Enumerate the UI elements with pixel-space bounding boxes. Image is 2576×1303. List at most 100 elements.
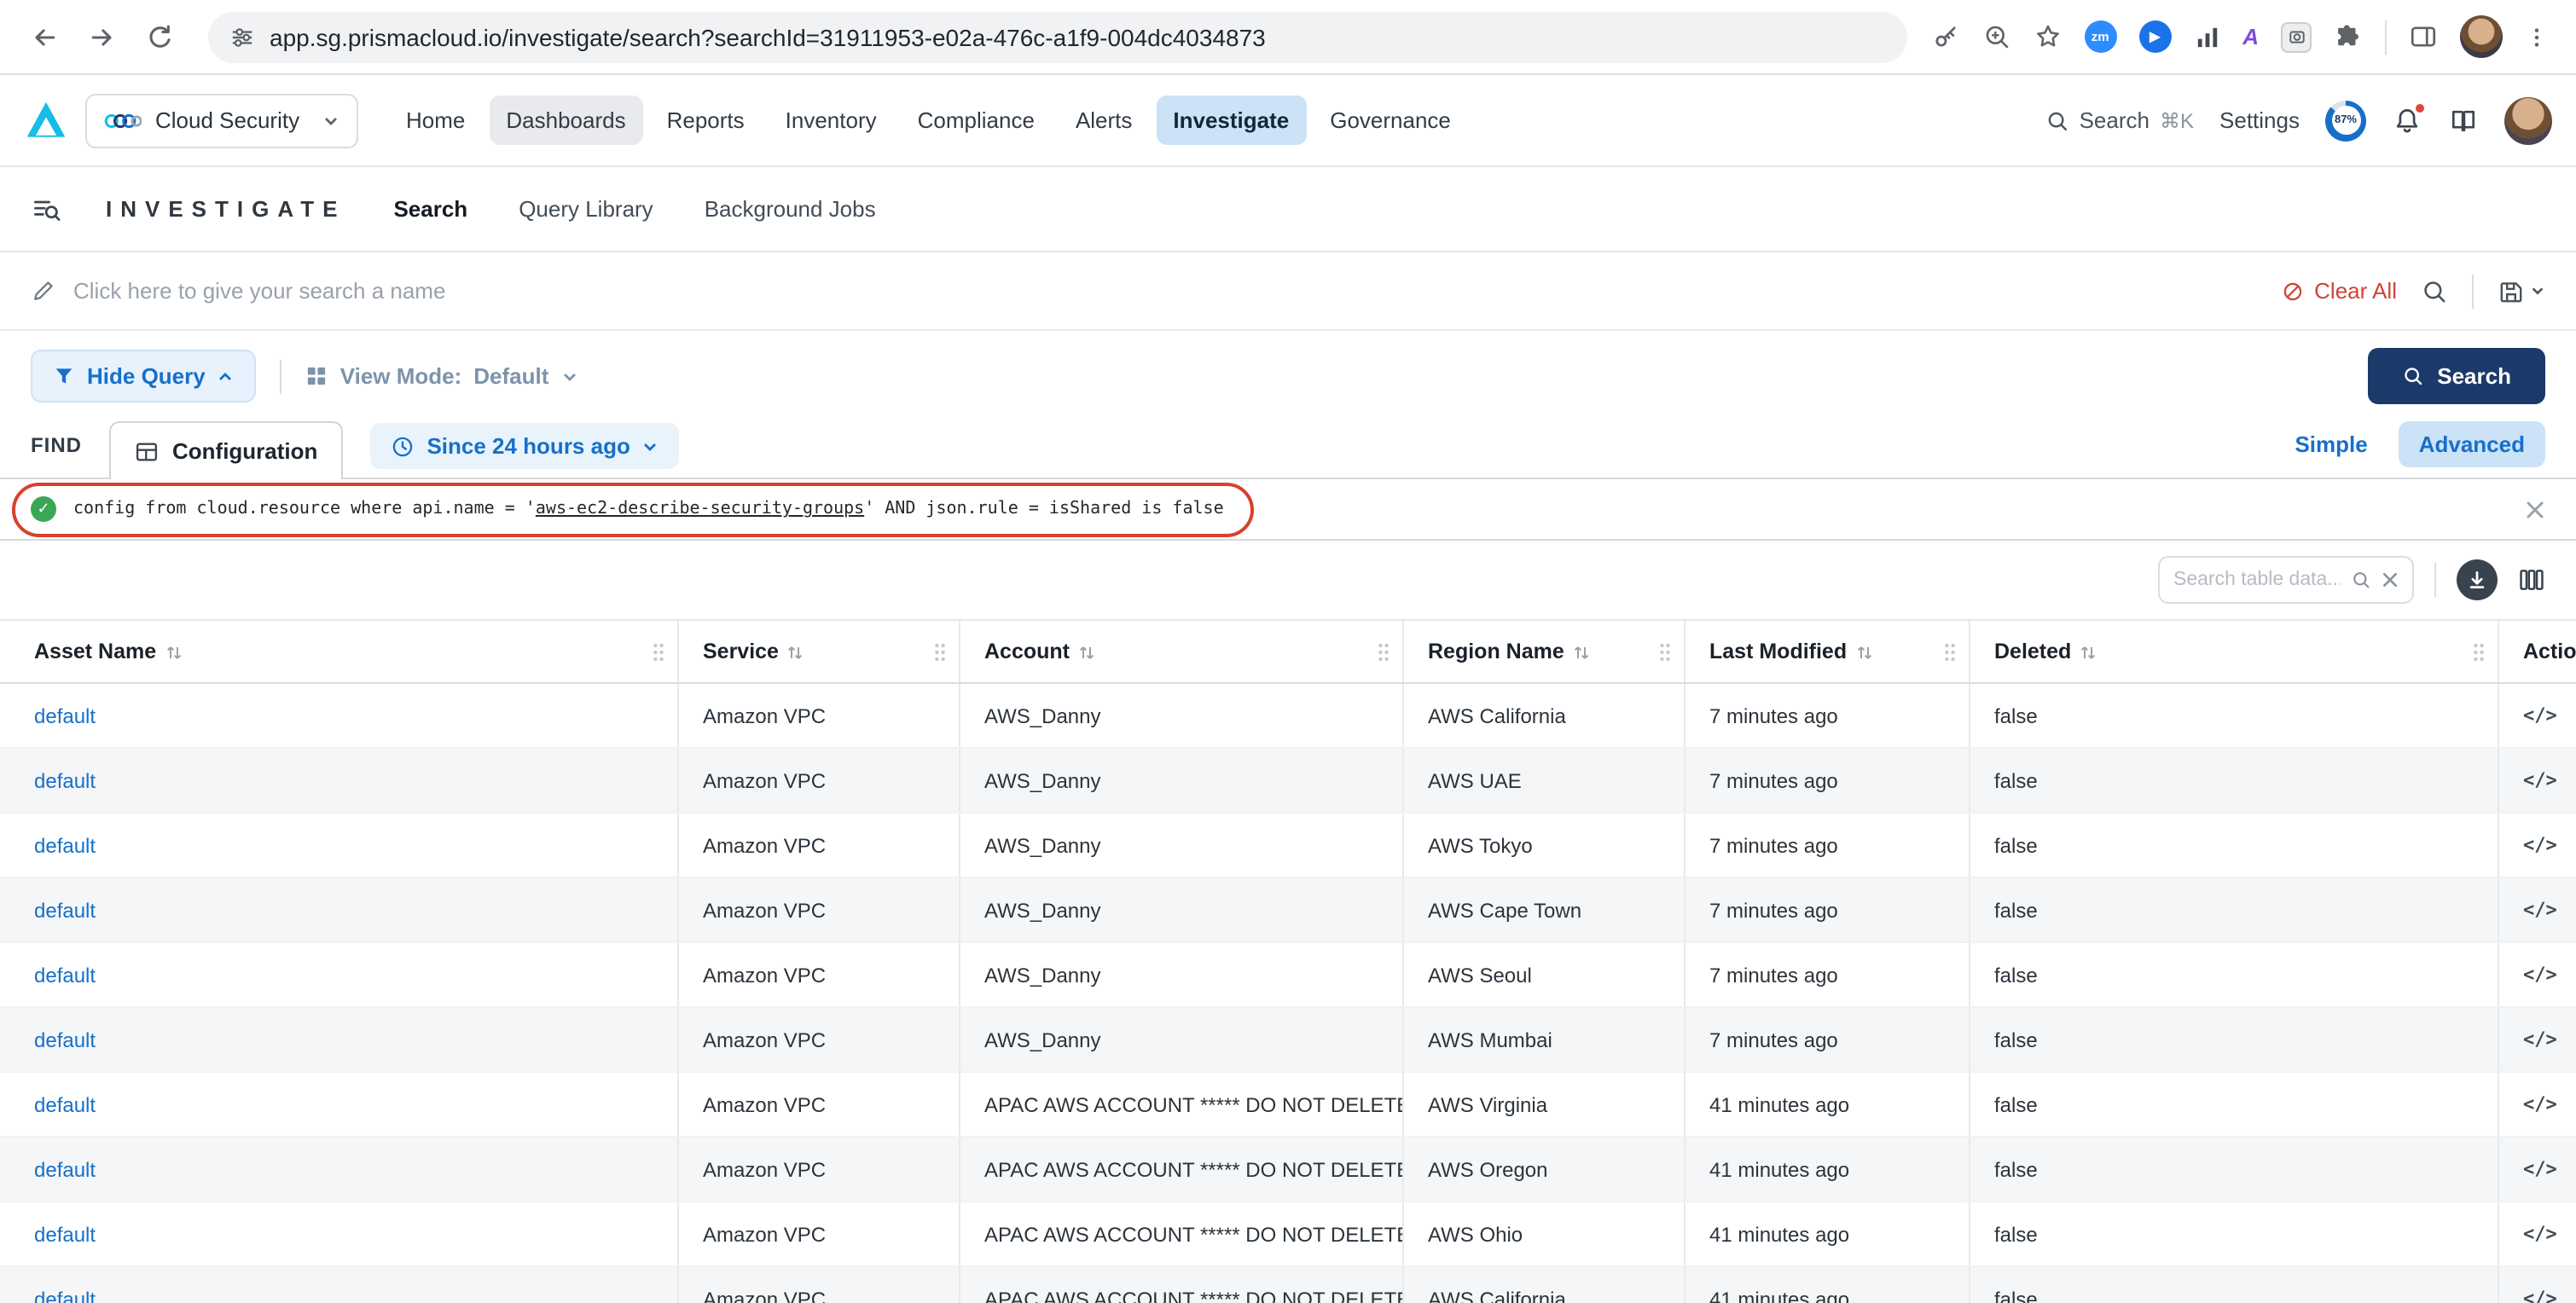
back-icon[interactable]	[20, 13, 68, 61]
column-settings-icon[interactable]	[2518, 566, 2545, 594]
site-settings-icon[interactable]	[229, 23, 256, 50]
nav-item-alerts[interactable]: Alerts	[1059, 96, 1149, 145]
simple-mode-button[interactable]: Simple	[2274, 421, 2387, 467]
asset-link[interactable]: default	[34, 1157, 96, 1181]
column-drag-handle[interactable]	[933, 640, 947, 663]
browser-menu-kebab-icon[interactable]	[2525, 23, 2549, 50]
search-name-placeholder[interactable]: Click here to give your search a name	[73, 278, 445, 304]
column-drag-handle[interactable]	[1943, 640, 1957, 663]
table-row[interactable]: default Amazon VPC AWS_Danny AWS Califor…	[0, 684, 2576, 749]
asset-link[interactable]: default	[34, 898, 96, 922]
table-search-input[interactable]	[2173, 570, 2341, 590]
sort-icon[interactable]	[787, 642, 804, 661]
tab-query-library[interactable]: Query Library	[515, 186, 657, 232]
asset-link[interactable]: default	[34, 768, 96, 792]
prisma-cloud-logo[interactable]	[24, 98, 68, 142]
asset-link[interactable]: default	[34, 833, 96, 857]
clear-all-button[interactable]: Clear All	[2280, 278, 2397, 304]
view-config-code-icon[interactable]: </>	[2523, 1028, 2557, 1051]
column-drag-handle[interactable]	[652, 640, 665, 663]
bookmark-star-icon[interactable]	[2033, 22, 2062, 51]
view-config-code-icon[interactable]: </>	[2523, 1158, 2557, 1180]
table-row[interactable]: default Amazon VPC AWS_Danny AWS Tokyo 7…	[0, 814, 2576, 878]
passwords-key-icon[interactable]	[1930, 22, 1959, 51]
edit-pencil-icon[interactable]	[31, 278, 56, 304]
table-search-clear-icon[interactable]	[2382, 571, 2399, 588]
url-bar[interactable]: app.sg.prismacloud.io/investigate/search…	[208, 11, 1906, 62]
column-header-asset-name[interactable]: Asset Name	[0, 621, 679, 682]
sort-icon[interactable]	[165, 642, 182, 661]
settings-link[interactable]: Settings	[2219, 107, 2300, 133]
query-text[interactable]: config from cloud.resource where api.nam…	[73, 500, 1224, 518]
column-header-region-name[interactable]: Region Name	[1404, 621, 1685, 682]
nav-item-dashboards[interactable]: Dashboards	[489, 96, 642, 145]
url-text[interactable]: app.sg.prismacloud.io/investigate/search…	[270, 23, 1266, 50]
usage-gauge[interactable]: 87%	[2325, 100, 2366, 141]
asset-link[interactable]: default	[34, 1287, 96, 1303]
column-header-deleted[interactable]: Deleted	[1970, 621, 2499, 682]
sort-icon[interactable]	[1855, 642, 1872, 661]
saved-searches-icon[interactable]	[2421, 277, 2448, 304]
extension-zm-icon[interactable]: zm	[2084, 20, 2116, 53]
zoom-page-icon[interactable]	[1981, 22, 2010, 51]
extension-capture-icon[interactable]	[2281, 21, 2312, 52]
learn-book-icon[interactable]	[2448, 105, 2479, 136]
table-row[interactable]: default Amazon VPC APAC AWS ACCOUNT ****…	[0, 1267, 2576, 1303]
extensions-puzzle-icon[interactable]	[2334, 22, 2363, 51]
side-panel-icon[interactable]	[2409, 22, 2438, 51]
table-row[interactable]: default Amazon VPC AWS_Danny AWS Mumbai …	[0, 1008, 2576, 1073]
asset-link[interactable]: default	[34, 1092, 96, 1116]
column-header-service[interactable]: Service	[679, 621, 960, 682]
extension-play-icon[interactable]: ▶	[2138, 20, 2171, 53]
table-search-box[interactable]	[2158, 556, 2414, 604]
asset-link[interactable]: default	[34, 1028, 96, 1051]
asset-link[interactable]: default	[34, 963, 96, 987]
view-config-code-icon[interactable]: </>	[2523, 834, 2557, 856]
nav-item-home[interactable]: Home	[389, 96, 482, 145]
sort-icon[interactable]	[1573, 642, 1590, 661]
view-config-code-icon[interactable]: </>	[2523, 899, 2557, 921]
table-row[interactable]: default Amazon VPC APAC AWS ACCOUNT ****…	[0, 1073, 2576, 1138]
table-row[interactable]: default Amazon VPC AWS_Danny AWS UAE 7 m…	[0, 749, 2576, 814]
table-search-icon[interactable]	[2351, 570, 2371, 590]
tab-search[interactable]: Search	[390, 186, 471, 232]
view-config-code-icon[interactable]: </>	[2523, 1093, 2557, 1115]
column-drag-handle[interactable]	[1377, 640, 1390, 663]
view-config-code-icon[interactable]: </>	[2523, 1288, 2557, 1303]
tab-background-jobs[interactable]: Background Jobs	[701, 186, 879, 232]
sort-icon[interactable]	[1078, 642, 1095, 661]
advanced-mode-button[interactable]: Advanced	[2399, 421, 2545, 467]
nav-item-compliance[interactable]: Compliance	[901, 96, 1052, 145]
view-config-code-icon[interactable]: </>	[2523, 964, 2557, 986]
extension-chart-icon[interactable]	[2193, 23, 2220, 50]
refresh-icon[interactable]	[136, 13, 184, 61]
nav-item-investigate[interactable]: Investigate	[1156, 96, 1306, 145]
save-search-icon[interactable]	[2498, 277, 2545, 304]
asset-link[interactable]: default	[34, 1222, 96, 1246]
table-row[interactable]: default Amazon VPC AWS_Danny AWS Cape To…	[0, 878, 2576, 943]
column-header-account[interactable]: Account	[960, 621, 1404, 682]
configuration-tab[interactable]: Configuration	[109, 421, 343, 479]
view-config-code-icon[interactable]: </>	[2523, 704, 2557, 727]
table-row[interactable]: default Amazon VPC APAC AWS ACCOUNT ****…	[0, 1138, 2576, 1202]
view-mode-dropdown[interactable]: View Mode: Default	[306, 363, 578, 389]
asset-link[interactable]: default	[34, 704, 96, 727]
search-button[interactable]: Search	[2367, 348, 2545, 404]
column-header-last-modified[interactable]: Last Modified	[1685, 621, 1970, 682]
global-search[interactable]: Search ⌘K	[2045, 107, 2194, 133]
hide-query-button[interactable]: Hide Query	[31, 350, 257, 402]
browser-profile-avatar[interactable]	[2460, 15, 2503, 58]
nav-item-governance[interactable]: Governance	[1313, 96, 1468, 145]
nav-item-inventory[interactable]: Inventory	[769, 96, 894, 145]
query-close-icon[interactable]	[2525, 499, 2545, 519]
nav-item-reports[interactable]: Reports	[650, 96, 762, 145]
column-drag-handle[interactable]	[2472, 640, 2486, 663]
time-range-dropdown[interactable]: Since 24 hours ago	[370, 423, 679, 469]
table-row[interactable]: default Amazon VPC APAC AWS ACCOUNT ****…	[0, 1202, 2576, 1267]
user-avatar[interactable]	[2504, 96, 2552, 144]
view-config-code-icon[interactable]: </>	[2523, 769, 2557, 791]
table-row[interactable]: default Amazon VPC AWS_Danny AWS Seoul 7…	[0, 943, 2576, 1008]
extension-purple-icon[interactable]: A	[2242, 24, 2259, 49]
product-selector[interactable]: Cloud Security	[85, 93, 358, 148]
sort-icon[interactable]	[2080, 642, 2097, 661]
